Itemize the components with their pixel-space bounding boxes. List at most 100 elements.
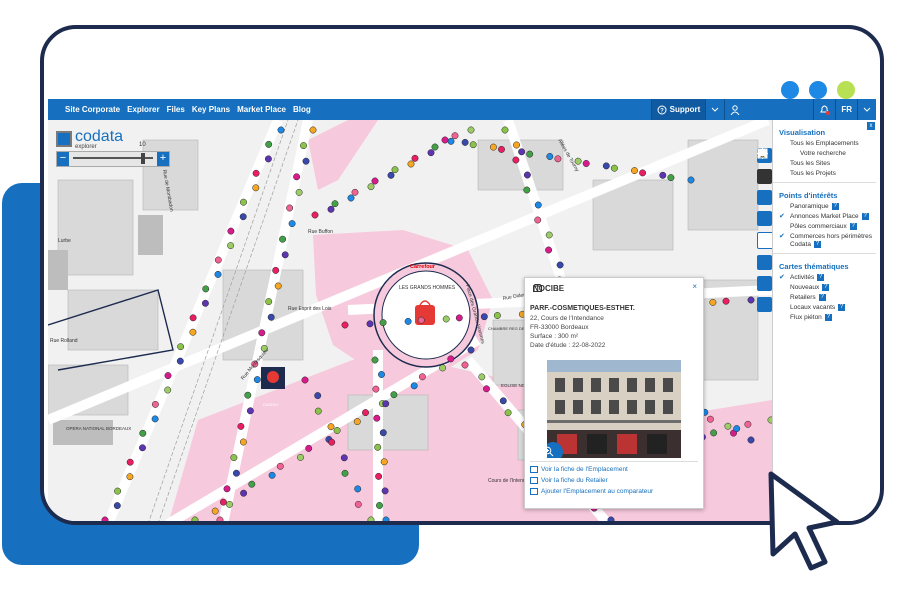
shop-marker[interactable] [246,407,254,415]
shop-marker[interactable] [281,251,289,259]
nav-files[interactable]: Files [167,105,185,114]
support-dropdown[interactable] [705,99,724,120]
shop-marker[interactable] [227,242,235,250]
carte-retailers[interactable]: Retailers? [790,294,876,302]
shop-marker[interactable] [362,409,369,417]
shop-marker[interactable] [431,143,439,151]
shop-marker[interactable] [439,364,447,372]
shop-marker[interactable] [305,444,313,452]
shop-marker[interactable] [151,400,159,408]
shop-marker[interactable] [391,166,399,174]
shop-marker[interactable] [164,386,172,394]
shop-marker[interactable] [379,319,387,327]
shop-marker[interactable] [378,371,385,378]
shop-marker[interactable] [518,148,526,156]
shop-marker[interactable] [404,317,412,325]
shop-marker[interactable] [126,458,134,466]
shop-marker[interactable] [239,213,247,221]
shop-marker[interactable] [747,296,755,304]
shop-marker[interactable] [347,194,355,202]
location-pin-button[interactable] [757,149,772,249]
shop-marker[interactable] [499,397,507,405]
shop-marker[interactable] [354,485,362,493]
shop-marker[interactable] [252,169,260,177]
shop-marker[interactable] [268,471,276,479]
shop-marker[interactable] [381,487,389,495]
shop-marker[interactable] [331,200,339,208]
shop-marker[interactable] [309,126,317,134]
shop-marker[interactable] [379,429,387,437]
shop-marker[interactable] [286,204,294,212]
shop-marker[interactable] [724,422,732,430]
shop-marker[interactable] [722,297,730,305]
shop-marker[interactable] [189,314,197,322]
link-retailer-sheet[interactable]: Voir la fiche du Retailer [530,477,653,484]
shop-marker[interactable] [489,143,497,151]
shop-marker[interactable] [733,425,741,433]
vis-all-locations[interactable]: Tous les Emplacements [790,140,876,148]
shop-marker[interactable] [534,201,542,209]
shop-marker[interactable] [277,126,285,134]
shop-marker[interactable] [232,469,240,477]
shop-marker[interactable] [709,298,717,306]
shop-marker[interactable] [114,487,122,495]
shop-marker[interactable] [504,409,512,417]
help-icon[interactable]: ? [831,203,839,210]
shop-marker[interactable] [328,438,336,446]
shop-marker[interactable] [411,154,419,162]
shop-marker[interactable] [248,480,256,488]
shop-marker[interactable] [455,314,463,322]
shop-marker[interactable] [230,454,238,462]
user-menu[interactable] [724,99,813,120]
shop-marker[interactable] [126,473,134,481]
vis-your-search[interactable]: Votre recherche [800,150,876,158]
poi-poles[interactable]: Pôles commerciaux? [790,223,876,231]
poi-commerces-hors[interactable]: ✔ Commerces hors périmètres Codata? [779,233,876,249]
help-icon[interactable]: ? [838,304,846,311]
report-button[interactable] [757,148,772,312]
shop-marker[interactable] [747,436,755,444]
street-view-button[interactable] [757,148,772,205]
shop-marker[interactable] [340,454,348,462]
tools-button[interactable] [757,149,772,270]
shop-marker[interactable] [101,516,109,523]
shop-marker[interactable] [659,171,667,179]
shop-marker[interactable] [744,420,752,428]
shop-marker[interactable] [610,164,618,172]
zoom-slider[interactable]: − 10 + [56,142,170,167]
shop-marker[interactable] [631,167,638,175]
shop-marker[interactable] [351,188,359,196]
shop-marker[interactable] [441,136,449,144]
shop-marker[interactable] [483,385,490,393]
carte-nouveaux[interactable]: Nouveaux? [790,284,876,292]
shop-marker[interactable] [267,313,275,321]
shop-marker[interactable] [427,149,435,157]
shop-marker[interactable] [523,186,531,194]
shop-marker[interactable] [139,444,146,452]
shop-marker[interactable] [353,418,361,426]
shop-marker[interactable] [227,227,235,235]
shop-marker[interactable] [139,429,147,437]
shop-marker[interactable] [390,391,398,399]
shop-marker[interactable] [451,132,459,140]
shop-marker[interactable] [327,205,335,213]
shop-marker[interactable] [546,153,554,160]
shop-marker[interactable] [264,155,272,163]
support-button[interactable]: ? Support [650,99,706,120]
shop-marker[interactable] [327,423,335,431]
shop-marker[interactable] [371,177,379,185]
map-canvas[interactable]: Rue Buffon Rue Esprit des Lois Allées de… [48,120,772,523]
shop-marker[interactable] [554,155,562,163]
shop-marker[interactable] [223,485,231,493]
shop-marker[interactable] [461,138,469,146]
shop-marker[interactable] [279,235,287,243]
zoom-handle[interactable] [141,153,145,164]
shop-marker[interactable] [461,361,469,369]
shop-marker[interactable] [333,427,341,434]
measure-button[interactable] [757,148,772,226]
zoom-out-button[interactable]: − [57,152,69,166]
storefront-photo[interactable] [547,360,681,458]
shop-marker[interactable] [367,183,375,191]
nav-market-place[interactable]: Market Place [237,105,286,114]
shop-marker[interactable] [382,400,390,408]
